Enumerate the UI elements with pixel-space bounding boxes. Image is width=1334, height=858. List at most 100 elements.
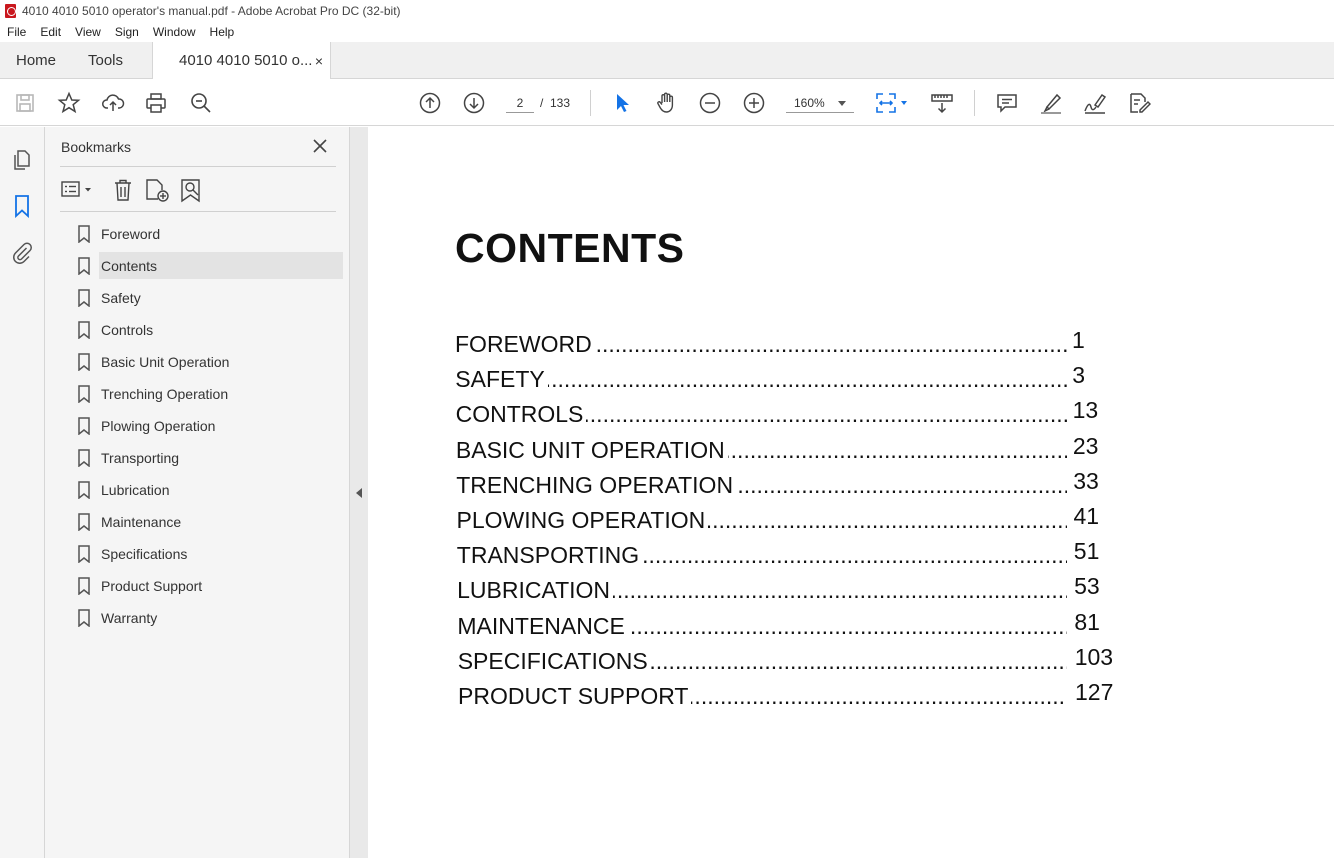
collapse-arrow-icon — [356, 488, 362, 498]
toc-entry-title: MAINTENANCE — [457, 612, 628, 640]
toc-entry-title: CONTROLS — [455, 401, 587, 429]
tab-document[interactable]: 4010 4010 5010 o... × — [152, 42, 331, 79]
toolbar-divider — [974, 90, 975, 116]
comment-icon[interactable] — [995, 91, 1019, 115]
bookmark-item-lubrication[interactable]: Lubrication — [45, 474, 350, 506]
bookmark-icon — [78, 545, 90, 563]
page-thumbnails-icon[interactable] — [10, 148, 34, 172]
bookmark-item-contents[interactable]: Contents — [45, 250, 350, 282]
bookmark-item-trenching-operation[interactable]: Trenching Operation — [45, 378, 350, 410]
bookmark-item-plowing-operation[interactable]: Plowing Operation — [45, 410, 350, 442]
zoom-out-icon[interactable] — [698, 91, 722, 115]
bookmark-label: Plowing Operation — [101, 418, 216, 434]
bookmark-icon — [78, 321, 90, 339]
bookmark-label: Controls — [101, 322, 154, 338]
bookmark-item-product-support[interactable]: Product Support — [45, 570, 350, 602]
main-toolbar: / 133 160% — [0, 80, 1334, 126]
toc-entry-title: FOREWORD — [455, 331, 595, 358]
tab-tools[interactable]: Tools — [88, 42, 123, 79]
scroll-mode-icon[interactable] — [930, 91, 954, 115]
bookmark-label: Product Support — [101, 578, 203, 594]
fit-page-icon[interactable] — [874, 91, 910, 115]
bookmark-label: Transporting — [101, 450, 180, 466]
close-icon[interactable] — [311, 137, 329, 155]
bookmark-icon — [78, 257, 90, 275]
bookmark-options-icon[interactable] — [60, 177, 96, 203]
search-icon[interactable] — [189, 91, 213, 115]
toc-entry-page: 127 — [1075, 678, 1114, 705]
menu-view[interactable]: View — [68, 25, 108, 39]
toc-entry-page: 33 — [1073, 467, 1099, 494]
delete-bookmark-icon[interactable] — [110, 177, 136, 203]
menu-window[interactable]: Window — [146, 25, 203, 39]
close-tab-icon[interactable]: × — [315, 53, 323, 69]
bookmark-icon — [78, 289, 90, 307]
sign-icon[interactable] — [1083, 91, 1107, 115]
panel-divider — [60, 211, 336, 212]
toc-entry: ........................................… — [458, 679, 1115, 714]
tab-document-label: 4010 4010 5010 o... — [179, 52, 313, 69]
bookmarks-panel: Bookmarks Foreword Contents Safety Contr — [45, 127, 350, 858]
menu-file[interactable]: File — [0, 25, 33, 39]
document-view[interactable]: CONTENTS ...............................… — [368, 127, 1334, 858]
bookmark-label: Basic Unit Operation — [101, 354, 230, 370]
toc-entry-page: 103 — [1074, 643, 1114, 670]
panel-collapse-handle[interactable] — [350, 127, 368, 858]
toc-entry: ........................................… — [456, 468, 1115, 503]
bookmark-label: Specifications — [101, 546, 188, 562]
bookmark-item-transporting[interactable]: Transporting — [45, 442, 350, 474]
select-cursor-icon[interactable] — [610, 91, 634, 115]
toc-entry: ........................................… — [457, 643, 1115, 679]
bookmark-item-maintenance[interactable]: Maintenance — [45, 506, 350, 538]
toc-entry-page: 23 — [1072, 432, 1099, 459]
toc-entry-page: 51 — [1073, 538, 1100, 565]
bookmark-item-basic-unit-operation[interactable]: Basic Unit Operation — [45, 346, 350, 378]
toc-entry-title: BASIC UNIT OPERATION — [455, 436, 728, 464]
new-bookmark-icon[interactable] — [144, 177, 170, 203]
page-up-icon[interactable] — [418, 91, 442, 115]
bookmark-item-foreword[interactable]: Foreword — [45, 218, 350, 250]
edit-pdf-icon[interactable] — [1127, 91, 1151, 115]
find-bookmark-icon[interactable] — [179, 177, 205, 203]
menu-edit[interactable]: Edit — [33, 25, 68, 39]
document-heading: CONTENTS — [455, 225, 685, 271]
zoom-value: 160% — [794, 96, 825, 110]
page-number-input[interactable] — [506, 93, 534, 113]
toc-entry-title: PLOWING OPERATION — [456, 506, 709, 534]
page-total: 133 — [550, 96, 571, 110]
tab-home[interactable]: Home — [16, 42, 56, 79]
bookmark-item-specifications[interactable]: Specifications — [45, 538, 350, 570]
hand-icon[interactable] — [654, 91, 678, 115]
bookmark-icon — [78, 609, 90, 627]
zoom-in-icon[interactable] — [742, 91, 766, 115]
bookmark-item-warranty[interactable]: Warranty — [45, 602, 350, 634]
toc-entry-page: 81 — [1074, 608, 1100, 635]
table-of-contents: ........................................… — [455, 327, 1115, 714]
bookmark-icon — [78, 449, 90, 467]
upload-icon[interactable] — [101, 91, 125, 115]
menu-help[interactable]: Help — [203, 25, 242, 39]
bookmark-icon[interactable] — [10, 194, 34, 219]
menu-sign[interactable]: Sign — [108, 25, 146, 39]
window-title: 4010 4010 5010 operator's manual.pdf - A… — [22, 4, 401, 18]
highlight-icon[interactable] — [1039, 91, 1063, 115]
toc-entry: ........................................… — [455, 397, 1115, 432]
toc-entry: ........................................… — [455, 362, 1115, 397]
toc-entry-page: 53 — [1074, 573, 1100, 600]
save-icon[interactable] — [13, 91, 37, 115]
star-icon[interactable] — [57, 91, 81, 115]
attachment-icon[interactable] — [10, 240, 34, 264]
bookmark-label: Maintenance — [101, 514, 182, 530]
page-down-icon[interactable] — [462, 91, 486, 115]
zoom-select[interactable]: 160% — [786, 93, 854, 113]
bookmark-icon — [78, 577, 90, 595]
bookmark-item-controls[interactable]: Controls — [45, 314, 350, 346]
bookmark-icon — [78, 513, 90, 531]
toc-entry: ........................................… — [455, 432, 1115, 468]
tab-bar: Home Tools 4010 4010 5010 o... × — [0, 42, 1334, 79]
toolbar-divider — [590, 90, 591, 116]
print-icon[interactable] — [144, 91, 168, 115]
toc-entry-title: TRANSPORTING — [456, 542, 643, 570]
page-separator: / — [540, 96, 544, 110]
bookmark-item-safety[interactable]: Safety — [45, 282, 350, 314]
